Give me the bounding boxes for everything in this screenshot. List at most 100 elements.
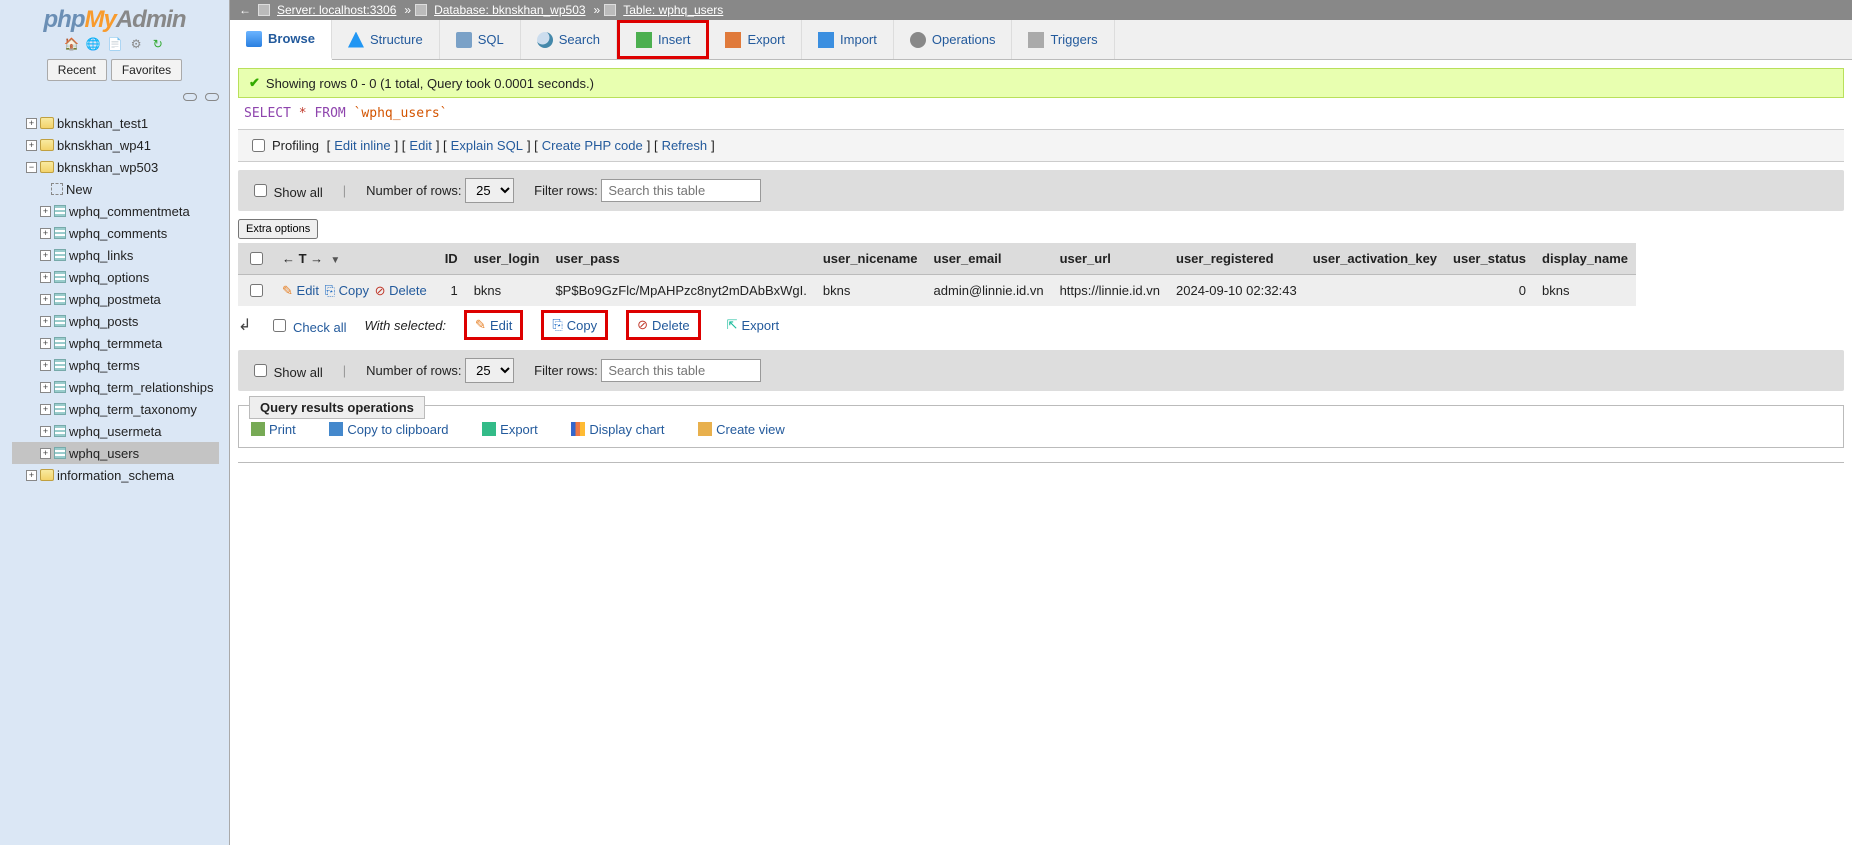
main-tabs: Browse Structure SQL Search Insert Expor… [230,20,1852,60]
col-user_activation_key[interactable]: user_activation_key [1305,243,1445,275]
show-all-checkbox[interactable] [254,364,267,377]
filter-input[interactable] [601,179,761,202]
bulk-actions: ↳ Check all With selected: ✎Edit ⎘Copy ⊘… [238,310,1844,340]
row-copy[interactable]: Copy [339,283,369,298]
crumb-table[interactable]: Table: wphq_users [623,3,723,17]
import-icon [818,32,834,48]
triggers-icon [1028,32,1044,48]
gear-icon[interactable]: ⚙ [129,37,143,51]
col-user_registered[interactable]: user_registered [1168,243,1305,275]
edit-inline-link[interactable]: Edit inline [334,138,390,153]
crumb-database[interactable]: Database: bknskhan_wp503 [434,3,585,17]
success-message: ✔ Showing rows 0 - 0 (1 total, Query too… [238,68,1844,98]
filter-input[interactable] [601,359,761,382]
db-node[interactable]: − bknskhan_wp503 [12,156,219,178]
tab-import[interactable]: Import [802,20,894,59]
tab-favorites[interactable]: Favorites [111,59,182,81]
db-node[interactable]: + information_schema [12,464,219,486]
op-export[interactable]: Export [482,422,538,437]
table-node[interactable]: +wphq_term_taxonomy [12,398,219,420]
db-node[interactable]: + bknskhan_wp41 [12,134,219,156]
tab-operations[interactable]: Operations [894,20,1013,59]
home-icon[interactable]: 🏠 [64,37,78,51]
db-node[interactable]: + bknskhan_test1 [12,112,219,134]
reload-icon[interactable]: ↻ [151,37,165,51]
tab-sql[interactable]: SQL [440,20,521,59]
expand-icon[interactable]: + [26,470,37,481]
export-icon: ⇱ [727,317,738,333]
op-chart[interactable]: Display chart [571,422,664,437]
row-edit[interactable]: Edit [297,283,319,298]
tab-recent[interactable]: Recent [47,59,107,81]
col-display_name[interactable]: display_name [1534,243,1636,275]
table-icon [54,447,66,459]
database-icon [40,117,54,129]
table-row[interactable]: ✎ Edit ⎘ Copy ⊘ Delete 1 bkns $P$Bo9GzFl… [238,275,1636,307]
globe-icon[interactable]: 🌐 [86,37,100,51]
table-node[interactable]: +wphq_term_relationships [12,376,219,398]
table-node[interactable]: +wphq_posts [12,310,219,332]
tab-structure[interactable]: Structure [332,20,440,59]
table-node[interactable]: +wphq_terms [12,354,219,376]
table-node[interactable]: +wphq_options [12,266,219,288]
check-all-link[interactable]: Check all [293,320,346,335]
row-delete[interactable]: Delete [389,283,427,298]
check-all-checkbox[interactable] [273,319,286,332]
table-node[interactable]: +wphq_users [12,442,219,464]
tab-browse[interactable]: Browse [230,20,332,60]
new-table[interactable]: New [12,178,219,200]
tab-triggers[interactable]: Triggers [1012,20,1114,59]
op-copy[interactable]: Copy to clipboard [329,422,448,437]
sort-handles[interactable]: ← T → ▼ [274,243,437,275]
expand-icon[interactable]: + [26,118,37,129]
table-node[interactable]: +wphq_commentmeta [12,200,219,222]
bulk-edit[interactable]: ✎Edit [464,310,523,340]
results-toolbar-top: Show all | Number of rows: 25 Filter row… [238,170,1844,211]
select-all-checkbox[interactable] [250,252,263,265]
col-user_url[interactable]: user_url [1052,243,1168,275]
explain-link[interactable]: Explain SQL [451,138,523,153]
create-php-link[interactable]: Create PHP code [542,138,643,153]
op-view[interactable]: Create view [698,422,785,437]
database-icon [415,4,427,16]
table-node[interactable]: +wphq_comments [12,222,219,244]
table-node[interactable]: +wphq_termmeta [12,332,219,354]
profiling-checkbox[interactable] [252,139,265,152]
table-node[interactable]: +wphq_usermeta [12,420,219,442]
copy-icon: ⎘ [325,283,335,298]
doc-icon[interactable]: 📄 [108,37,122,51]
bulk-copy[interactable]: ⎘Copy [541,310,608,340]
table-node[interactable]: +wphq_links [12,244,219,266]
clipboard-icon [329,422,343,436]
table-node[interactable]: +wphq_postmeta [12,288,219,310]
operations-icon [910,32,926,48]
show-all-checkbox[interactable] [254,184,267,197]
tab-search[interactable]: Search [521,20,617,59]
refresh-link[interactable]: Refresh [662,138,708,153]
collapse-icon[interactable] [183,93,197,101]
op-print[interactable]: Print [251,422,296,437]
col-user_status[interactable]: user_status [1445,243,1534,275]
expand-icon[interactable]: + [26,140,37,151]
main: ← Server: localhost:3306 » Database: bkn… [230,0,1852,463]
collapse-icon[interactable]: − [26,162,37,173]
col-user_login[interactable]: user_login [466,243,548,275]
extra-options-button[interactable]: Extra options [238,219,318,239]
col-user_nicename[interactable]: user_nicename [815,243,926,275]
edit-link[interactable]: Edit [409,138,431,153]
link-icon[interactable] [205,93,219,101]
rows-select[interactable]: 25 [465,358,514,383]
tab-export[interactable]: Export [709,20,802,59]
bulk-delete[interactable]: ⊘Delete [626,310,700,340]
tab-insert[interactable]: Insert [617,20,710,59]
panel-collapse-icons [0,85,229,108]
row-checkbox[interactable] [250,284,263,297]
bulk-export[interactable]: ⇱Export [719,313,787,337]
col-user_email[interactable]: user_email [926,243,1052,275]
back-icon[interactable]: ← [238,3,252,17]
crumb-server[interactable]: Server: localhost:3306 [277,3,396,17]
arrow-up-icon: ↳ [238,315,251,335]
col-id[interactable]: ID [437,243,466,275]
rows-select[interactable]: 25 [465,178,514,203]
col-user_pass[interactable]: user_pass [547,243,814,275]
